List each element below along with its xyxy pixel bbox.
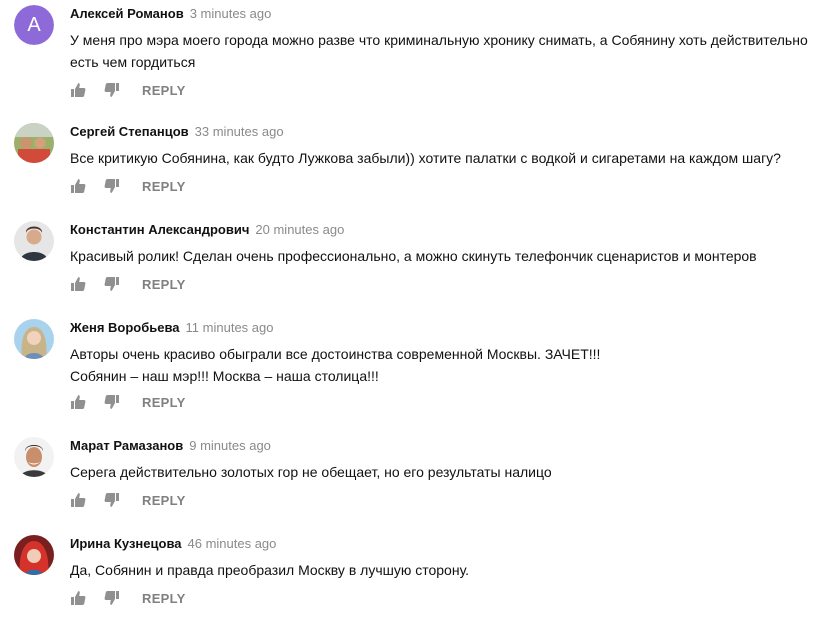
thumb-down-icon[interactable] (104, 178, 120, 194)
author-name[interactable]: Марат Рамазанов (70, 438, 183, 453)
comment-header: Константин Александрович 20 minutes ago (70, 221, 344, 239)
author-name[interactable]: Константин Александрович (70, 222, 249, 237)
comment-actions: REPLY (70, 392, 186, 412)
comment-header: Алексей Романов 3 minutes ago (70, 5, 271, 23)
comment-line: Да, Собянин и правда преобразил Москву в… (70, 562, 470, 578)
timestamp[interactable]: 20 minutes ago (255, 222, 344, 237)
thumb-down-icon[interactable] (104, 492, 120, 508)
reply-button[interactable]: REPLY (142, 83, 186, 98)
reply-button[interactable]: REPLY (142, 493, 186, 508)
comment-text: Да, Собянин и правда преобразил Москву в… (70, 559, 830, 581)
comment-line: У меня про мэра моего города можно разве… (70, 32, 808, 70)
reply-button[interactable]: REPLY (142, 277, 186, 292)
thumb-up-icon[interactable] (70, 590, 86, 606)
comment-actions: REPLY (70, 490, 186, 510)
thumb-down-icon[interactable] (104, 82, 120, 98)
comment-line: Собянин – наш мэр!!! Москва – наша столи… (70, 368, 379, 384)
reply-button[interactable]: REPLY (142, 395, 186, 410)
timestamp[interactable]: 33 minutes ago (195, 124, 284, 139)
thumb-down-icon[interactable] (104, 590, 120, 606)
comment-text: Красивый ролик! Сделан очень профессиона… (70, 245, 830, 267)
comment-actions: REPLY (70, 80, 186, 100)
thumb-up-icon[interactable] (70, 492, 86, 508)
comment-line: Все критикую Собянина, как будто Лужкова… (70, 150, 781, 166)
comment-actions: REPLY (70, 274, 186, 294)
timestamp[interactable]: 46 minutes ago (188, 536, 277, 551)
author-name[interactable]: Сергей Степанцов (70, 124, 189, 139)
avatar[interactable] (14, 221, 54, 261)
avatar[interactable]: А (14, 5, 54, 45)
author-name[interactable]: Женя Воробьева (70, 320, 180, 335)
timestamp[interactable]: 3 minutes ago (190, 6, 272, 21)
avatar[interactable] (14, 319, 54, 359)
reply-button[interactable]: REPLY (142, 591, 186, 606)
comments-list: А Алексей Романов 3 minutes ago У меня пр… (0, 0, 836, 624)
comment-header: Сергей Степанцов 33 minutes ago (70, 123, 284, 141)
comment-header: Ирина Кузнецова 46 minutes ago (70, 535, 276, 553)
comment-text: Серега действительно золотых гор не обещ… (70, 461, 830, 483)
thumb-up-icon[interactable] (70, 394, 86, 410)
timestamp[interactable]: 9 minutes ago (189, 438, 271, 453)
avatar[interactable] (14, 123, 54, 163)
comment-text: Все критикую Собянина, как будто Лужкова… (70, 147, 830, 169)
comment-header: Марат Рамазанов 9 minutes ago (70, 437, 271, 455)
thumb-up-icon[interactable] (70, 82, 86, 98)
author-name[interactable]: Ирина Кузнецова (70, 536, 182, 551)
thumb-up-icon[interactable] (70, 178, 86, 194)
comment-header: Женя Воробьева 11 minutes ago (70, 319, 273, 337)
avatar-letter: А (14, 5, 54, 45)
comment-line: Красивый ролик! Сделан очень профессиона… (70, 248, 757, 264)
comment-text: У меня про мэра моего города можно разве… (70, 29, 830, 73)
avatar[interactable] (14, 535, 54, 575)
comment-line: Серега действительно золотых гор не обещ… (70, 464, 552, 480)
timestamp[interactable]: 11 minutes ago (186, 320, 274, 335)
thumb-up-icon[interactable] (70, 276, 86, 292)
comment-line: Авторы очень красиво обыграли все достои… (70, 346, 601, 362)
thumb-down-icon[interactable] (104, 394, 120, 410)
comment-text: Авторы очень красиво обыграли все достои… (70, 343, 830, 387)
thumb-down-icon[interactable] (104, 276, 120, 292)
reply-button[interactable]: REPLY (142, 179, 186, 194)
avatar[interactable] (14, 437, 54, 477)
comment-actions: REPLY (70, 588, 186, 608)
comment-actions: REPLY (70, 176, 186, 196)
author-name[interactable]: Алексей Романов (70, 6, 184, 21)
